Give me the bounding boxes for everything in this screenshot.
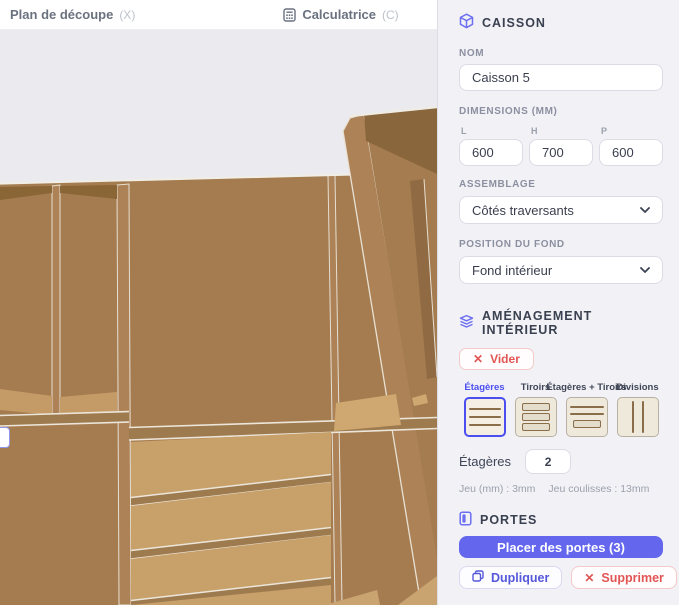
- interior-layout-tiles: Étagères Tiroirs Étagères + Tiroirs Divi…: [459, 382, 663, 437]
- dimensions-row: L H P: [459, 120, 663, 166]
- vider-button[interactable]: ✕ Vider: [459, 348, 534, 370]
- topbar: Plan de découpe (X) Calculatrice (C): [0, 0, 437, 30]
- tab-plan-de-decoupe[interactable]: Plan de découpe (X): [0, 7, 145, 22]
- placer-portes-button[interactable]: Placer des portes (3): [459, 536, 663, 558]
- cube-icon: [459, 13, 474, 32]
- tile-etageres[interactable]: Étagères: [459, 382, 510, 437]
- dim-l-label: L: [461, 126, 467, 136]
- shelves-icon: [463, 397, 506, 437]
- dimensions-label: DIMENSIONS (MM): [459, 106, 558, 117]
- tile-divisions[interactable]: Divisions: [612, 382, 663, 437]
- tile-divisions-label: Divisions: [616, 382, 659, 393]
- tab-calc-shortcut: (C): [382, 7, 399, 22]
- jeu-info-row: Jeu (mm) : 3mm Jeu coulisses : 13mm: [459, 483, 663, 495]
- etageres-count-row: Étagères: [459, 449, 663, 474]
- dim-h-input[interactable]: [529, 139, 593, 166]
- viewport-resize-handle[interactable]: [0, 427, 10, 448]
- portes-section-header: PORTES: [459, 511, 663, 529]
- tile-etageres-tiroirs[interactable]: Étagères + Tiroirs: [546, 382, 627, 437]
- copy-icon: [472, 570, 484, 585]
- nom-label: NOM: [459, 48, 485, 59]
- dim-p-label: P: [601, 126, 608, 136]
- assemblage-value: Côtés traversants: [472, 202, 574, 218]
- x-icon: ✕: [473, 352, 484, 366]
- position-fond-value: Fond intérieur: [472, 262, 553, 278]
- layers-icon: [459, 314, 474, 332]
- nom-input[interactable]: [459, 64, 663, 91]
- etageres-count-label: Étagères: [459, 454, 512, 469]
- assemblage-select[interactable]: Côtés traversants: [459, 196, 663, 224]
- config-panel: CAISSON NOM DIMENSIONS (MM) L H P ASSEMB…: [437, 0, 679, 605]
- chevron-down-icon: [640, 207, 650, 213]
- amenagement-section-header: AMÉNAGEMENT INTÉRIEUR: [459, 309, 663, 337]
- tab-plan-label: Plan de découpe: [10, 7, 114, 22]
- position-fond-label: POSITION DU FOND: [459, 239, 565, 250]
- x-icon: ✕: [584, 570, 595, 585]
- dim-h-label: H: [531, 126, 538, 136]
- dupliquer-label: Dupliquer: [491, 570, 550, 585]
- supprimer-button[interactable]: ✕ Supprimer: [571, 566, 677, 589]
- caisson-title: CAISSON: [482, 15, 546, 30]
- cabinet-3d-render: [0, 29, 437, 605]
- jeu-info: Jeu (mm) : 3mm: [459, 483, 536, 495]
- etageres-count-input[interactable]: [525, 449, 572, 474]
- tab-calc-label: Calculatrice: [302, 7, 377, 22]
- tab-calculatrice[interactable]: Calculatrice (C): [273, 7, 408, 22]
- dim-l-input[interactable]: [459, 139, 523, 166]
- chevron-down-icon: [640, 267, 650, 273]
- tile-etageres-label: Étagères: [464, 382, 505, 393]
- amenagement-title: AMÉNAGEMENT INTÉRIEUR: [482, 309, 593, 337]
- actions-row: Dupliquer ✕ Supprimer: [459, 566, 677, 589]
- dim-p-input[interactable]: [599, 139, 663, 166]
- tab-plan-shortcut: (X): [119, 7, 136, 22]
- shelves-drawers-icon: [565, 397, 608, 437]
- position-fond-select[interactable]: Fond intérieur: [459, 256, 663, 284]
- door-icon: [459, 511, 472, 529]
- portes-title: PORTES: [480, 513, 538, 527]
- drawers-icon: [514, 397, 557, 437]
- supprimer-label: Supprimer: [601, 570, 664, 585]
- 3d-viewport[interactable]: [0, 29, 437, 605]
- jeu-coulisses-info: Jeu coulisses : 13mm: [548, 483, 650, 495]
- dupliquer-button[interactable]: Dupliquer: [459, 566, 563, 589]
- assemblage-label: ASSEMBLAGE: [459, 179, 536, 190]
- app-window: Plan de découpe (X) Calculatrice (C) CAI…: [0, 0, 679, 605]
- vider-label: Vider: [490, 352, 520, 366]
- caisson-section-header: CAISSON: [459, 13, 663, 32]
- calculator-icon: [283, 7, 297, 22]
- divisions-icon: [616, 397, 659, 437]
